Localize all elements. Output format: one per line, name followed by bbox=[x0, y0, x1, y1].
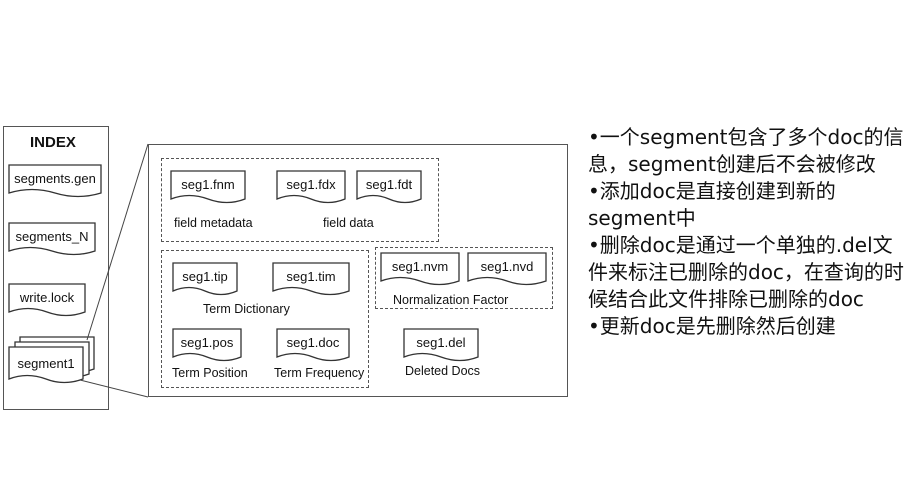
file-seg1-tip: seg1.tip bbox=[172, 262, 238, 296]
file-seg1-doc: seg1.doc bbox=[276, 328, 350, 362]
caption-deleted-docs: Deleted Docs bbox=[405, 364, 481, 378]
caption-term-frequency: Term Frequency bbox=[274, 366, 365, 380]
file-seg1-nvd: seg1.nvd bbox=[467, 252, 547, 286]
note-item: •删除doc是通过一个单独的.del文件来标注已删除的doc，在查询的时候结合此… bbox=[588, 233, 904, 311]
file-seg1-tim: seg1.tim bbox=[272, 262, 350, 296]
file-seg1-del: seg1.del bbox=[403, 328, 479, 362]
file-label: seg1.tip bbox=[182, 269, 228, 284]
file-label: seg1.nvd bbox=[480, 259, 534, 274]
caption-term-dictionary: Term Dictionary bbox=[203, 302, 290, 316]
file-label: seg1.tim bbox=[286, 269, 336, 284]
note-item: •添加doc是直接创建到新的segment中 bbox=[588, 179, 836, 230]
file-label: seg1.del bbox=[416, 335, 466, 350]
file-seg1-pos: seg1.pos bbox=[172, 328, 242, 362]
caption-term-position: Term Position bbox=[172, 366, 248, 380]
notes-list: •一个segment包含了多个doc的信息，segment创建后不会被修改 •添… bbox=[588, 124, 906, 340]
file-seg1-fnm: seg1.fnm bbox=[170, 170, 246, 204]
note-item: •更新doc是先删除然后创建 bbox=[588, 314, 836, 338]
file-label: seg1.pos bbox=[180, 335, 234, 350]
caption-field-data: field data bbox=[323, 216, 374, 230]
file-label: seg1.fnm bbox=[181, 177, 235, 192]
caption-normalization-factor: Normalization Factor bbox=[393, 293, 509, 307]
file-label: seg1.fdt bbox=[365, 177, 413, 192]
note-item: •一个segment包含了多个doc的信息，segment创建后不会被修改 bbox=[588, 125, 904, 176]
file-seg1-fdt: seg1.fdt bbox=[356, 170, 422, 204]
file-label: seg1.doc bbox=[286, 335, 340, 350]
file-seg1-nvm: seg1.nvm bbox=[380, 252, 460, 286]
file-label: seg1.fdx bbox=[286, 177, 336, 192]
file-seg1-fdx: seg1.fdx bbox=[276, 170, 346, 204]
file-label: seg1.nvm bbox=[391, 259, 449, 274]
caption-field-metadata: field metadata bbox=[174, 216, 253, 230]
